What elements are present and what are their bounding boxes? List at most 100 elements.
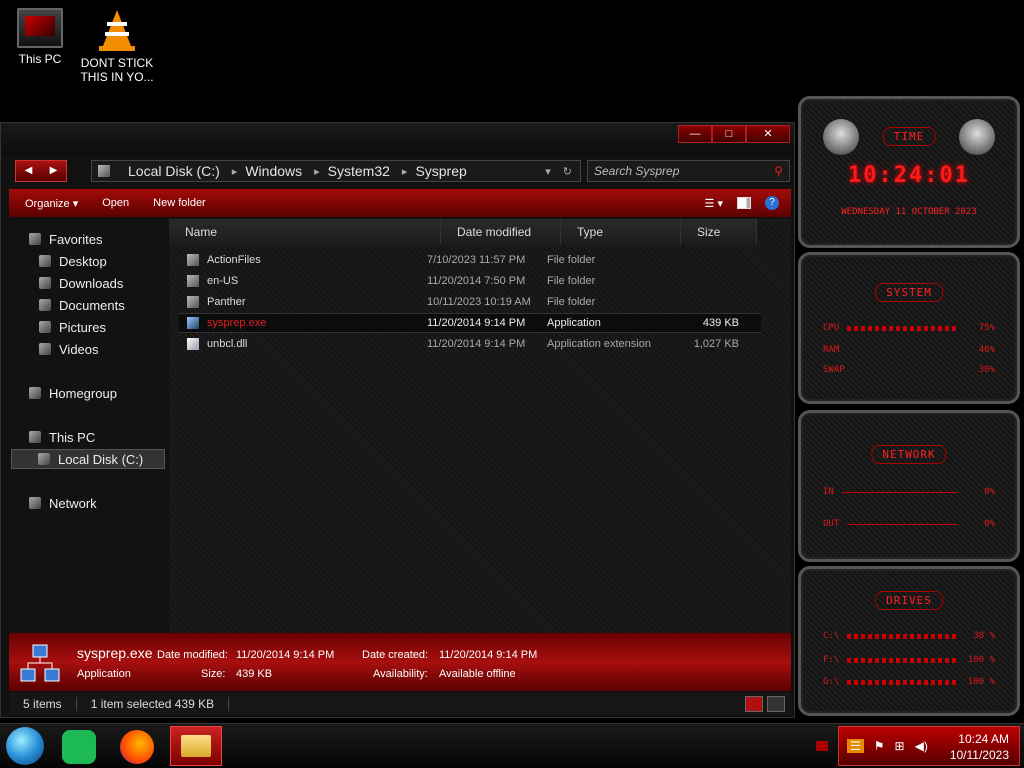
nav-label: Network — [49, 495, 97, 511]
nav-label: Favorites — [49, 231, 103, 247]
row-value: 38 % — [973, 631, 995, 641]
details-pane: sysprep.exe Date modified: 11/20/2014 9:… — [9, 633, 791, 691]
desktop-icon-vlc-shortcut[interactable]: DONT STICK THIS IN YO... — [77, 8, 157, 84]
file-row[interactable]: ActionFiles 7/10/2023 11:57 PM File fold… — [179, 250, 761, 270]
application-icon — [19, 643, 61, 685]
new-folder-button[interactable]: New folder — [153, 197, 206, 209]
file-explorer-taskbar-button[interactable] — [170, 726, 222, 766]
usage-bar — [847, 633, 957, 639]
row-label: CPU — [823, 323, 840, 333]
application-icon — [187, 317, 199, 329]
nav-desktop[interactable]: Desktop — [39, 251, 107, 271]
update-icon[interactable]: ☰ — [847, 739, 864, 753]
file-name: sysprep.exe — [207, 317, 267, 329]
time-widget: TIME 10:24:01 WEDNESDAY 11 OCTOBER 2023 — [798, 96, 1020, 248]
nav-pictures[interactable]: Pictures — [39, 317, 106, 337]
row-label: SWAP — [823, 365, 845, 375]
drives-widget: DRIVES C:\ 38 % F:\ 100 % G:\ 100 % — [798, 566, 1020, 716]
file-size: 439 KB — [702, 317, 739, 329]
file-row[interactable]: unbcl.dll 11/20/2014 9:14 PM Application… — [179, 334, 761, 354]
nav-homegroup[interactable]: Homegroup — [29, 383, 117, 403]
breadcrumb-system32[interactable]: System32 — [328, 163, 390, 179]
explorer-window: — □ ✕ ◀ ▶ Local Disk (C:) ▸ Windows ▸ Sy… — [0, 122, 795, 718]
spotify-icon[interactable] — [62, 730, 96, 764]
open-button[interactable]: Open — [102, 197, 129, 209]
network-icon[interactable]: ⊞ — [895, 739, 905, 753]
refresh-icon[interactable]: ↻ — [563, 165, 572, 178]
desktop-icon-label: DONT STICK THIS IN YO... — [80, 56, 154, 84]
file-row[interactable]: Panther 10/11/2023 10:19 AM File folder — [179, 292, 761, 312]
large-icons-view-button[interactable] — [767, 696, 785, 712]
nav-this-pc[interactable]: This PC — [29, 427, 95, 447]
search-placeholder: Search Sysprep — [594, 164, 680, 178]
address-bar[interactable]: Local Disk (C:) ▸ Windows ▸ System32 ▸ S… — [91, 160, 581, 182]
nav-label: Videos — [59, 341, 99, 357]
chevron-right-icon[interactable]: ▸ — [402, 165, 408, 178]
widget-title: TIME — [882, 127, 936, 146]
view-options-icon[interactable]: ☰ ▾ — [705, 197, 723, 210]
forward-button[interactable]: ▶ — [41, 161, 66, 181]
date-created-label: Date created: — [362, 649, 429, 661]
nav-downloads[interactable]: Downloads — [39, 273, 123, 293]
preview-pane-icon[interactable] — [737, 197, 751, 209]
computer-icon — [29, 431, 41, 443]
minimize-button[interactable]: — — [678, 125, 712, 143]
availability-value: Available offline — [439, 668, 516, 680]
nav-label: Homegroup — [49, 385, 117, 401]
drive-icon — [38, 453, 50, 465]
file-date: 11/20/2014 7:50 PM — [427, 275, 526, 287]
date-created-value: 11/20/2014 9:14 PM — [439, 649, 538, 661]
dll-file-icon — [187, 338, 199, 350]
show-hidden-icons-button[interactable] — [816, 741, 828, 751]
maximize-button[interactable]: □ — [712, 125, 746, 143]
breadcrumb-local-disk[interactable]: Local Disk (C:) — [128, 163, 220, 179]
chevron-down-icon[interactable]: ▾ — [545, 165, 551, 178]
monitor-icon — [17, 8, 63, 48]
back-button[interactable]: ◀ — [16, 161, 41, 181]
folder-icon — [187, 296, 199, 308]
nav-videos[interactable]: Videos — [39, 339, 99, 359]
file-name: ActionFiles — [207, 254, 261, 266]
file-row-selected[interactable]: sysprep.exe 11/20/2014 9:14 PM Applicati… — [179, 313, 761, 333]
taskbar: ☰ ⚑ ⊞ ◀) 10:24 AM 10/11/2023 — [0, 723, 1024, 768]
nav-local-disk[interactable]: Local Disk (C:) — [11, 449, 165, 469]
action-center-flag-icon[interactable]: ⚑ — [874, 739, 885, 753]
file-type: Application extension — [547, 338, 651, 350]
file-name: en-US — [207, 275, 239, 287]
details-view-button[interactable] — [745, 696, 763, 712]
start-button[interactable] — [6, 727, 44, 765]
volume-icon[interactable]: ◀) — [915, 739, 928, 753]
file-name: unbcl.dll — [207, 338, 248, 350]
firefox-icon[interactable] — [120, 730, 154, 764]
nav-arrows: ◀ ▶ — [15, 160, 67, 182]
search-input[interactable]: Search Sysprep ⚲ — [587, 160, 790, 182]
organize-button[interactable]: Organize ▾ — [25, 197, 78, 210]
file-type: File folder — [547, 275, 596, 287]
column-name[interactable]: Name — [169, 219, 441, 245]
nav-favorites[interactable]: Favorites — [29, 229, 102, 249]
desktop-icon-this-pc[interactable]: This PC — [0, 8, 80, 66]
alien-head-icon — [959, 119, 995, 155]
file-row[interactable]: en-US 11/20/2014 7:50 PM File folder — [179, 271, 761, 291]
close-button[interactable]: ✕ — [746, 125, 790, 143]
column-type[interactable]: Type — [561, 219, 681, 245]
search-icon[interactable]: ⚲ — [774, 161, 783, 181]
nav-documents[interactable]: Documents — [39, 295, 125, 315]
swap-row: SWAP 30% — [823, 365, 995, 375]
system-widget: SYSTEM CPU 75% RAM 46% SWAP 30% — [798, 252, 1020, 404]
chevron-right-icon[interactable]: ▸ — [232, 165, 238, 178]
breadcrumb-windows[interactable]: Windows — [245, 163, 302, 179]
nav-network[interactable]: Network — [29, 493, 97, 513]
row-label: F:\ — [823, 655, 840, 665]
row-label: G:\ — [823, 677, 840, 687]
title-bar[interactable]: — □ ✕ — [1, 123, 794, 155]
tray-clock[interactable]: 10:24 AM 10/11/2023 — [950, 731, 1009, 763]
chevron-right-icon[interactable]: ▸ — [314, 165, 320, 178]
command-bar: Organize ▾ Open New folder ☰ ▾ ? — [9, 189, 791, 217]
help-icon[interactable]: ? — [765, 196, 779, 210]
net-in-row: IN 0% — [823, 487, 995, 497]
date-modified-value: 11/20/2014 9:14 PM — [236, 649, 335, 661]
column-date-modified[interactable]: Date modified — [441, 219, 561, 245]
breadcrumb-sysprep[interactable]: Sysprep — [415, 163, 466, 179]
column-size[interactable]: Size — [681, 219, 757, 245]
